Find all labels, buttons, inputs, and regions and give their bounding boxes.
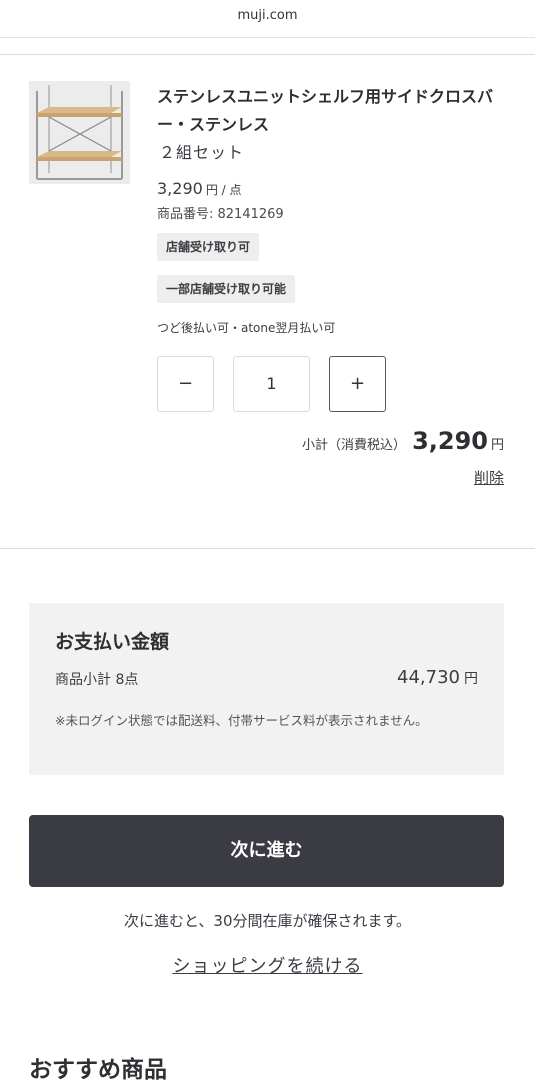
browser-address-bar[interactable]: muji.com (0, 0, 535, 38)
product-number: 商品番号: 82141269 (157, 207, 284, 222)
continue-shopping: ショッピングを続ける (0, 952, 535, 978)
url-text: muji.com (237, 8, 298, 23)
stock-hold-note: 次に進むと、30分間在庫が確保されます。 (124, 912, 411, 930)
items-subtotal-currency: 円 (464, 671, 478, 687)
subtotal-amount: 3,290 (412, 427, 488, 455)
shelf-product-illustration (29, 81, 130, 184)
unit-price-suffix: 円 / 点 (205, 183, 242, 197)
badge-store-pickup: 店舗受け取り可 (157, 233, 260, 261)
recommended-heading: おすすめ商品 (29, 1057, 167, 1080)
delete-link[interactable]: 削除 (474, 467, 504, 488)
quantity-input[interactable]: 1 (233, 356, 310, 412)
item-subtotal: 小計（消費税込） 3,290 円 (164, 427, 504, 455)
product-title[interactable]: ステンレスユニットシェルフ用サイドクロスバー・ステンレス (157, 83, 507, 139)
unit-price: 3,290 円 / 点 (157, 179, 242, 198)
payment-note: つど後払い可・atone翌月払い可 (157, 321, 336, 335)
items-subtotal-label: 商品小計 8点 (55, 672, 139, 688)
cart-item: ステンレスユニットシェルフ用サイドクロスバー・ステンレス ２組セット 3,290… (0, 54, 535, 549)
subtotal-label: 小計（消費税込） (302, 438, 407, 453)
product-image[interactable] (29, 81, 130, 184)
product-variant: ２組セット (159, 143, 245, 162)
items-subtotal-amount: 44,730 (397, 667, 460, 688)
summary-heading: お支払い金額 (55, 631, 170, 653)
next-button[interactable]: 次に進む (29, 815, 504, 887)
unit-price-value: 3,290 (157, 179, 203, 198)
items-subtotal-value: 44,730 円 (397, 667, 478, 688)
subtotal-currency: 円 (490, 438, 504, 453)
quantity-decrease-button[interactable]: − (157, 356, 214, 412)
continue-shopping-link[interactable]: ショッピングを続ける (173, 956, 363, 977)
payment-summary: お支払い金額 商品小計 8点 44,730 円 ※未ログイン状態では配送料、付帯サ… (29, 603, 504, 775)
badge-partial-store-pickup: 一部店舗受け取り可能 (157, 275, 296, 303)
quantity-increase-button[interactable]: + (329, 356, 386, 412)
shipping-note: ※未ログイン状態では配送料、付帯サービス料が表示されません。 (55, 713, 428, 728)
